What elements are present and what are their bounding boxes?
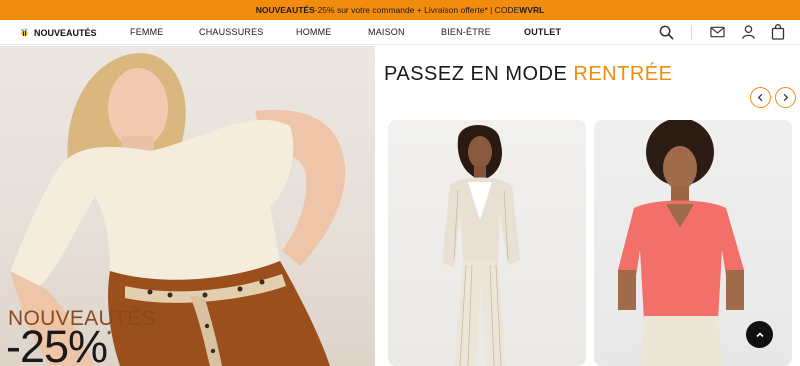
- chevron-up-icon: [755, 331, 764, 337]
- product-card-suit[interactable]: [388, 120, 586, 366]
- nav-brand-label: NOUVEAUTÉS: [34, 27, 97, 38]
- section-title-main: PASSEZ EN MODE: [384, 63, 574, 85]
- promo-code: WVRL: [519, 5, 545, 15]
- hero-asterisk: *: [107, 329, 112, 341]
- main-nav: NOUVEAUTÉS FEMME CHAUSSURES HOMME MAISON…: [0, 20, 800, 45]
- promo-banner[interactable]: NOUVEAUTÉS -25% sur votre commande + Liv…: [0, 0, 800, 20]
- nav-item-homme[interactable]: HOMME: [296, 20, 332, 45]
- bag-icon[interactable]: [769, 23, 787, 41]
- promo-highlight: NOUVEAUTÉS: [255, 5, 315, 15]
- nav-item-chaussures[interactable]: CHAUSSURES: [199, 20, 264, 45]
- mail-icon[interactable]: [708, 23, 726, 41]
- hero-banner[interactable]: NOUVEAUTÉS -25% *: [0, 46, 375, 366]
- section-title: PASSEZ EN MODE RENTRÉE: [384, 63, 672, 86]
- search-icon[interactable]: [657, 23, 675, 41]
- bee-icon: [20, 28, 28, 37]
- nav-divider: [691, 25, 692, 40]
- carousel-next-button[interactable]: [775, 87, 796, 108]
- nav-item-femme[interactable]: FEMME: [130, 20, 164, 45]
- nav-item-nouveautes[interactable]: NOUVEAUTÉS: [19, 20, 97, 45]
- chevron-right-icon: [783, 93, 789, 102]
- scroll-top-button[interactable]: [746, 321, 773, 348]
- nav-item-outlet[interactable]: OUTLET: [524, 20, 561, 45]
- carousel-prev-button[interactable]: [750, 87, 771, 108]
- section-title-accent: RENTRÉE: [573, 63, 673, 85]
- nav-item-maison[interactable]: MAISON: [368, 20, 405, 45]
- promo-text: -25% sur votre commande + Livraison offe…: [314, 5, 520, 15]
- account-icon[interactable]: [739, 23, 757, 41]
- chevron-left-icon: [757, 93, 763, 102]
- nav-item-bien-etre[interactable]: BIEN-ÊTRE: [441, 20, 491, 45]
- product-image-suit: [442, 125, 520, 366]
- hero-caption-discount: -25%: [6, 321, 108, 366]
